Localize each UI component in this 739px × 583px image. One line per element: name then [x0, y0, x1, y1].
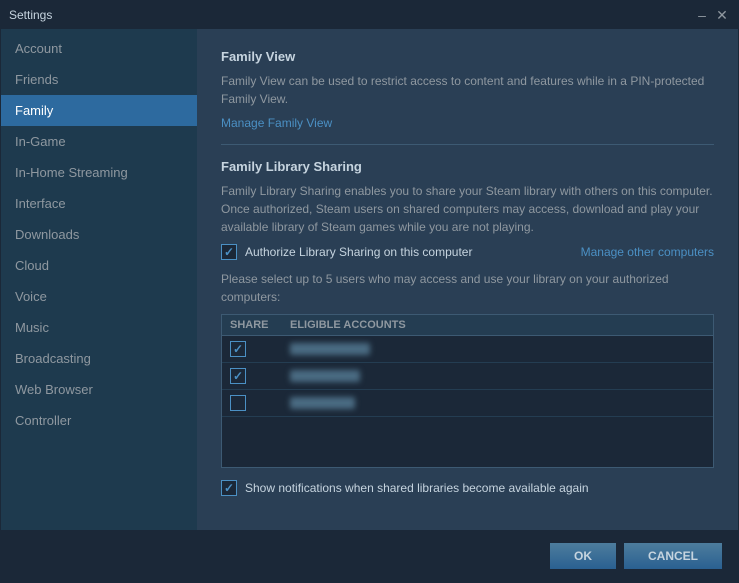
authorize-left: Authorize Library Sharing on this comput…	[221, 244, 472, 260]
library-sharing-desc: Family Library Sharing enables you to sh…	[221, 182, 714, 236]
authorize-label: Authorize Library Sharing on this comput…	[245, 245, 472, 259]
library-sharing-section: Family Library Sharing Family Library Sh…	[221, 159, 714, 496]
sidebar-item-downloads[interactable]: Downloads	[1, 219, 197, 250]
ok-button[interactable]: OK	[550, 543, 616, 569]
settings-window: Settings – ✕ Account Friends Family In-G…	[0, 0, 739, 583]
titlebar: Settings – ✕	[1, 1, 738, 29]
row3-checkbox[interactable]	[230, 395, 246, 411]
main-content: Account Friends Family In-Game In-Home S…	[1, 29, 738, 530]
sidebar-item-voice[interactable]: Voice	[1, 281, 197, 312]
table-header: SHARE ELIGIBLE ACCOUNTS	[222, 315, 713, 336]
notify-checkbox[interactable]	[221, 480, 237, 496]
share-cell-2	[230, 368, 290, 384]
sidebar-item-interface[interactable]: Interface	[1, 188, 197, 219]
accounts-table: SHARE ELIGIBLE ACCOUNTS	[221, 314, 714, 468]
minimize-button[interactable]: –	[694, 7, 710, 23]
table-row	[222, 363, 713, 390]
close-button[interactable]: ✕	[714, 7, 730, 23]
row1-checkbox[interactable]	[230, 341, 246, 357]
notify-label: Show notifications when shared libraries…	[245, 481, 589, 495]
sidebar-item-web-browser[interactable]: Web Browser	[1, 374, 197, 405]
account-cell-2	[290, 370, 705, 382]
titlebar-controls: – ✕	[694, 7, 730, 23]
account-name-1	[290, 343, 370, 355]
sidebar-item-controller[interactable]: Controller	[1, 405, 197, 436]
sidebar-item-cloud[interactable]: Cloud	[1, 250, 197, 281]
sidebar-item-family[interactable]: Family	[1, 95, 197, 126]
accounts-column-header: ELIGIBLE ACCOUNTS	[290, 319, 705, 331]
sidebar-item-account[interactable]: Account	[1, 33, 197, 64]
window-title: Settings	[9, 8, 694, 22]
family-view-desc: Family View can be used to restrict acce…	[221, 72, 714, 108]
account-cell-3	[290, 397, 705, 409]
cancel-button[interactable]: CANCEL	[624, 543, 722, 569]
table-row	[222, 390, 713, 417]
section-divider	[221, 144, 714, 145]
library-sharing-title: Family Library Sharing	[221, 159, 714, 174]
authorize-row: Authorize Library Sharing on this comput…	[221, 244, 714, 260]
table-empty-space	[222, 417, 713, 467]
share-cell-1	[230, 341, 290, 357]
account-name-2	[290, 370, 360, 382]
main-panel: Family View Family View can be used to r…	[197, 29, 738, 530]
footer: OK CANCEL	[1, 530, 738, 582]
sidebar-item-friends[interactable]: Friends	[1, 64, 197, 95]
share-cell-3	[230, 395, 290, 411]
sidebar-item-in-home-streaming[interactable]: In-Home Streaming	[1, 157, 197, 188]
sidebar-item-in-game[interactable]: In-Game	[1, 126, 197, 157]
manage-other-computers-link[interactable]: Manage other computers	[581, 245, 714, 259]
sidebar-item-music[interactable]: Music	[1, 312, 197, 343]
notify-row: Show notifications when shared libraries…	[221, 480, 714, 496]
family-view-section: Family View Family View can be used to r…	[221, 49, 714, 130]
manage-family-view-link[interactable]: Manage Family View	[221, 116, 332, 130]
share-column-header: SHARE	[230, 319, 290, 331]
sidebar-item-broadcasting[interactable]: Broadcasting	[1, 343, 197, 374]
row2-checkbox[interactable]	[230, 368, 246, 384]
authorize-checkbox[interactable]	[221, 244, 237, 260]
table-row	[222, 336, 713, 363]
eligible-accounts-desc: Please select up to 5 users who may acce…	[221, 270, 714, 306]
account-name-3	[290, 397, 355, 409]
family-view-title: Family View	[221, 49, 714, 64]
sidebar: Account Friends Family In-Game In-Home S…	[1, 29, 197, 530]
account-cell-1	[290, 343, 705, 355]
